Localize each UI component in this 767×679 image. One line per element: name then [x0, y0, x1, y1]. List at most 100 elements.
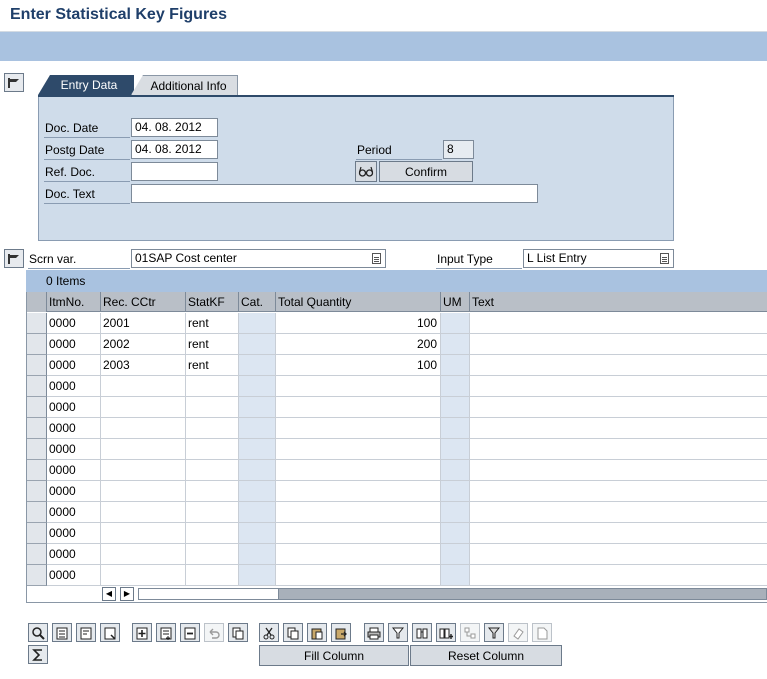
- cell-statkf[interactable]: [186, 544, 239, 565]
- row-selector[interactable]: [27, 544, 47, 565]
- select-block-button[interactable]: [100, 623, 120, 642]
- print-button[interactable]: [364, 623, 384, 642]
- column-header-statkf[interactable]: StatKF: [186, 292, 239, 312]
- column-header-cat[interactable]: Cat.: [239, 292, 276, 312]
- select-all-button[interactable]: [52, 623, 72, 642]
- column-header-itmno[interactable]: ItmNo.: [47, 292, 101, 312]
- column-header-rec-cctr[interactable]: Rec. CCtr: [101, 292, 186, 312]
- column-header-total-quantity[interactable]: Total Quantity: [276, 292, 441, 312]
- cell-text[interactable]: [470, 418, 767, 439]
- cell-statkf[interactable]: [186, 481, 239, 502]
- undo-button[interactable]: [204, 623, 224, 642]
- reset-column-button[interactable]: Reset Column: [410, 645, 562, 666]
- find-button[interactable]: [412, 623, 432, 642]
- cell-rec-cctr[interactable]: [101, 565, 186, 586]
- cell-text[interactable]: [470, 376, 767, 397]
- cell-statkf[interactable]: [186, 376, 239, 397]
- cell-itmno[interactable]: 0000: [47, 418, 101, 439]
- cell-total-quantity[interactable]: [276, 397, 441, 418]
- copy-button[interactable]: [283, 623, 303, 642]
- collapse-header-button[interactable]: [4, 73, 24, 92]
- row-selector[interactable]: [27, 502, 47, 523]
- cell-itmno[interactable]: 0000: [47, 355, 101, 376]
- cell-rec-cctr[interactable]: [101, 376, 186, 397]
- scroll-left-icon[interactable]: ◀: [102, 587, 116, 601]
- cell-itmno[interactable]: 0000: [47, 376, 101, 397]
- cell-statkf[interactable]: rent: [186, 313, 239, 334]
- cell-text[interactable]: [470, 523, 767, 544]
- cell-rec-cctr[interactable]: [101, 397, 186, 418]
- cell-itmno[interactable]: 0000: [47, 439, 101, 460]
- cell-itmno[interactable]: 0000: [47, 523, 101, 544]
- cell-text[interactable]: [470, 502, 767, 523]
- eraser-button[interactable]: [508, 623, 528, 642]
- cell-itmno[interactable]: 0000: [47, 565, 101, 586]
- cell-text[interactable]: [470, 460, 767, 481]
- scroll-right-icon[interactable]: ▶: [120, 587, 134, 601]
- postg-date-field[interactable]: 04. 08. 2012: [131, 140, 218, 159]
- filter-button[interactable]: [484, 623, 504, 642]
- cell-rec-cctr[interactable]: [101, 439, 186, 460]
- row-selector[interactable]: [27, 523, 47, 544]
- row-selector[interactable]: [27, 439, 47, 460]
- tab-additional-info[interactable]: Additional Info: [131, 75, 238, 95]
- cell-text[interactable]: [470, 355, 767, 376]
- cell-total-quantity[interactable]: 100: [276, 313, 441, 334]
- cell-text[interactable]: [470, 481, 767, 502]
- doc-text-field[interactable]: [131, 184, 538, 203]
- cell-text[interactable]: [470, 439, 767, 460]
- row-selector[interactable]: [27, 355, 47, 376]
- column-header-text[interactable]: Text: [470, 292, 767, 312]
- cell-rec-cctr[interactable]: 2001: [101, 313, 186, 334]
- cell-text[interactable]: [470, 565, 767, 586]
- cell-total-quantity[interactable]: [276, 439, 441, 460]
- cell-total-quantity[interactable]: [276, 376, 441, 397]
- insert-row-button[interactable]: [132, 623, 152, 642]
- row-selector[interactable]: [27, 334, 47, 355]
- cell-rec-cctr[interactable]: 2002: [101, 334, 186, 355]
- page-button[interactable]: [532, 623, 552, 642]
- cell-text[interactable]: [470, 544, 767, 565]
- cell-total-quantity[interactable]: [276, 481, 441, 502]
- paste-append-button[interactable]: [331, 623, 351, 642]
- cell-statkf[interactable]: [186, 397, 239, 418]
- cell-rec-cctr[interactable]: 2003: [101, 355, 186, 376]
- cell-itmno[interactable]: 0000: [47, 544, 101, 565]
- select-all-rows-button[interactable]: [27, 292, 47, 312]
- cell-statkf[interactable]: [186, 460, 239, 481]
- cell-rec-cctr[interactable]: [101, 481, 186, 502]
- tree-button[interactable]: [460, 623, 480, 642]
- filter-column-button[interactable]: [388, 623, 408, 642]
- row-selector[interactable]: [27, 313, 47, 334]
- cell-total-quantity[interactable]: [276, 523, 441, 544]
- cell-statkf[interactable]: [186, 439, 239, 460]
- cell-statkf[interactable]: [186, 565, 239, 586]
- column-header-um[interactable]: UM: [441, 292, 470, 312]
- cell-total-quantity[interactable]: [276, 502, 441, 523]
- cell-total-quantity[interactable]: [276, 418, 441, 439]
- cell-statkf[interactable]: [186, 502, 239, 523]
- cell-text[interactable]: [470, 313, 767, 334]
- cell-rec-cctr[interactable]: [101, 418, 186, 439]
- scroll-track[interactable]: [138, 588, 767, 600]
- cell-itmno[interactable]: 0000: [47, 397, 101, 418]
- cell-total-quantity[interactable]: 100: [276, 355, 441, 376]
- cell-statkf[interactable]: [186, 523, 239, 544]
- cell-total-quantity[interactable]: [276, 460, 441, 481]
- cell-itmno[interactable]: 0000: [47, 481, 101, 502]
- collapse-table-button[interactable]: [4, 249, 24, 268]
- find-next-button[interactable]: [436, 623, 456, 642]
- horizontal-scrollbar[interactable]: ◀ ▶: [102, 587, 767, 602]
- cell-statkf[interactable]: rent: [186, 334, 239, 355]
- cell-itmno[interactable]: 0000: [47, 460, 101, 481]
- cell-rec-cctr[interactable]: [101, 544, 186, 565]
- confirm-button[interactable]: Confirm: [379, 161, 473, 182]
- cell-total-quantity[interactable]: [276, 544, 441, 565]
- cell-total-quantity[interactable]: 200: [276, 334, 441, 355]
- row-selector[interactable]: [27, 418, 47, 439]
- copy-row-button[interactable]: [228, 623, 248, 642]
- cell-text[interactable]: [470, 397, 767, 418]
- delete-row-button[interactable]: [180, 623, 200, 642]
- fill-column-button[interactable]: Fill Column: [259, 645, 409, 666]
- cell-statkf[interactable]: rent: [186, 355, 239, 376]
